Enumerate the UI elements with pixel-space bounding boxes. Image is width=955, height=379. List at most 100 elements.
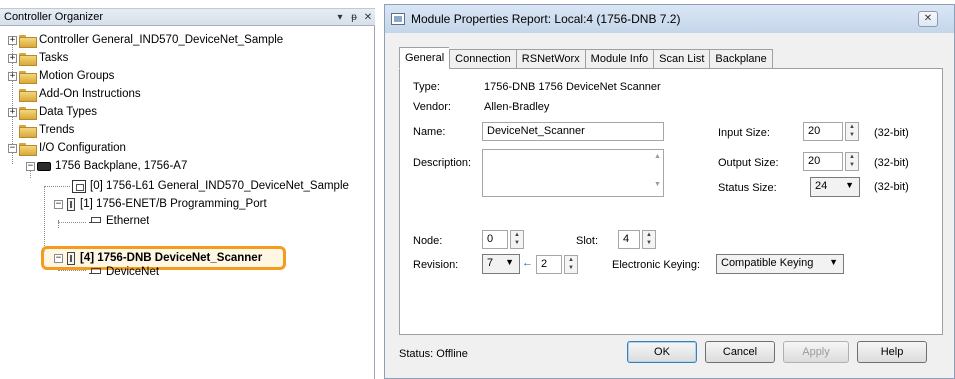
tree-item-tasks[interactable]: + Tasks [8, 50, 68, 66]
input-size-spinner[interactable]: ▲ ▼ [845, 122, 859, 141]
output-size-spinner[interactable]: ▲ ▼ [845, 152, 859, 171]
electronic-keying-label: Electronic Keying: [612, 259, 701, 271]
module-icon [67, 197, 75, 211]
revision-minor-spinner[interactable]: ▲ ▼ [564, 255, 578, 274]
tree-item-label: Ethernet [106, 215, 150, 227]
input-size-label: Input Size: [718, 127, 770, 139]
help-button[interactable]: Help [857, 341, 927, 363]
scroll-up-icon[interactable]: ▲ [652, 152, 663, 162]
node-spinner[interactable]: ▲ ▼ [510, 230, 524, 249]
module-properties-dialog: Module Properties Report: Local:4 (1756-… [384, 4, 955, 379]
folder-icon [19, 124, 37, 138]
dialog-close-button[interactable]: ✕ [918, 11, 938, 27]
tree-item-label: I/O Configuration [39, 142, 126, 154]
network-icon [88, 216, 102, 227]
description-label: Description: [413, 157, 472, 169]
left-arrow-icon: ← [522, 257, 533, 269]
node-field[interactable]: 0 [482, 230, 508, 249]
tree-item-io-configuration[interactable]: − I/O Configuration [8, 140, 126, 156]
backplane-icon [37, 161, 51, 171]
expand-icon[interactable]: + [8, 71, 17, 81]
tree-item-label: Tasks [39, 52, 69, 64]
description-field[interactable] [482, 149, 664, 197]
tab-general[interactable]: General [399, 47, 450, 69]
tree-item-add-on-instructions[interactable]: Add-On Instructions [19, 86, 141, 102]
organizer-title: Controller Organizer [4, 11, 104, 23]
status-size-unit: (32-bit) [874, 181, 909, 193]
tree-item-label: [4] 1756-DNB DeviceNet_Scanner [80, 252, 263, 264]
electronic-keying-value: Compatible Keying [721, 257, 814, 269]
output-size-unit: (32-bit) [874, 157, 909, 169]
tree-item-slot-1-enet[interactable]: − [1] 1756-ENET/B Programming_Port [54, 196, 267, 212]
tree-item-label: Add-On Instructions [39, 88, 141, 100]
collapse-icon[interactable]: − [8, 143, 17, 153]
tree-item-label: [1] 1756-ENET/B Programming_Port [80, 198, 267, 210]
status-size-value: 24 [815, 180, 828, 192]
pin-icon[interactable]: ᵽ [347, 12, 361, 23]
collapse-icon[interactable]: − [54, 199, 63, 209]
tree-item-motion-groups[interactable]: + Motion Groups [8, 68, 114, 84]
controller-organizer-panel: Controller Organizer ▾ ᵽ ✕ + Controller … [0, 8, 375, 379]
tree-item-backplane[interactable]: − 1756 Backplane, 1756-A7 [26, 158, 187, 174]
tab-backplane[interactable]: Backplane [709, 49, 773, 69]
close-icon[interactable]: ✕ [361, 12, 375, 23]
tab-connection[interactable]: Connection [449, 49, 516, 69]
slot-label: Slot: [576, 235, 599, 247]
folder-icon [19, 106, 37, 120]
status-size-select[interactable]: 24 ▼ [810, 177, 860, 197]
type-label: Type: [413, 81, 440, 93]
tree-line [44, 186, 45, 252]
tab-scan-list[interactable]: Scan List [653, 49, 710, 69]
expand-icon[interactable]: + [8, 107, 17, 117]
input-size-field[interactable]: 20 [803, 122, 843, 141]
dialog-title-bar: Module Properties Report: Local:4 (1756-… [385, 5, 954, 33]
type-value: 1756-DNB 1756 DeviceNet Scanner [484, 81, 661, 93]
tree-item-slot-0-controller[interactable]: [0] 1756-L61 General_IND570_DeviceNet_Sa… [72, 178, 349, 194]
electronic-keying-select[interactable]: Compatible Keying ▼ [716, 254, 844, 274]
folder-open-icon [19, 142, 37, 156]
scroll-down-icon[interactable]: ▼ [652, 180, 663, 190]
app-icon [391, 13, 405, 25]
vendor-value: Allen-Bradley [484, 101, 550, 113]
tree-item-label: Motion Groups [39, 70, 115, 82]
vendor-label: Vendor: [413, 101, 451, 113]
ok-button[interactable]: OK [627, 341, 697, 363]
controller-icon [72, 179, 86, 193]
slot-field[interactable]: 4 [618, 230, 640, 249]
output-size-field[interactable]: 20 [803, 152, 843, 171]
folder-icon [19, 52, 37, 66]
description-scrollbar[interactable]: ▲ ▼ [652, 150, 663, 196]
folder-icon [19, 34, 37, 48]
output-size-label: Output Size: [718, 157, 779, 169]
expand-icon[interactable]: + [8, 53, 17, 63]
collapse-icon[interactable]: − [26, 161, 35, 171]
node-label: Node: [413, 235, 443, 247]
name-field[interactable]: DeviceNet_Scanner [482, 122, 664, 141]
cancel-button[interactable]: Cancel [705, 341, 775, 363]
organizer-title-bar: Controller Organizer ▾ ᵽ ✕ [0, 8, 375, 26]
folder-icon [19, 70, 37, 84]
slot-spinner[interactable]: ▲ ▼ [642, 230, 656, 249]
tree-item-trends[interactable]: Trends [19, 122, 74, 138]
tree-line [44, 186, 70, 187]
revision-minor-field[interactable]: 2 [536, 255, 562, 274]
revision-major-value: 7 [487, 257, 494, 269]
revision-label: Revision: [413, 259, 459, 271]
tab-rsnetworx[interactable]: RSNetWorx [515, 49, 585, 69]
dropdown-arrow-icon[interactable]: ▾ [333, 12, 347, 23]
apply-button[interactable]: Apply [783, 341, 849, 363]
module-icon [67, 251, 75, 265]
dropdown-arrow-icon: ▼ [845, 180, 854, 190]
tree-item-data-types[interactable]: + Data Types [8, 104, 97, 120]
expand-icon[interactable]: + [8, 35, 17, 45]
general-tab-panel: Type: 1756-DNB 1756 DeviceNet Scanner Ve… [399, 68, 943, 335]
tree-item-controller[interactable]: + Controller General_IND570_DeviceNet_Sa… [8, 32, 283, 48]
tree-item-label: Data Types [39, 106, 97, 118]
collapse-icon[interactable]: − [54, 253, 63, 263]
tab-module-info[interactable]: Module Info [584, 49, 654, 69]
tree-item-ethernet[interactable]: Ethernet [88, 214, 149, 228]
tree-item-label: Trends [39, 124, 75, 136]
tree-item-devicenet[interactable]: DeviceNet [88, 264, 159, 280]
revision-major-select[interactable]: 7 ▼ [482, 254, 520, 274]
status-text: Status: Offline [399, 348, 468, 360]
